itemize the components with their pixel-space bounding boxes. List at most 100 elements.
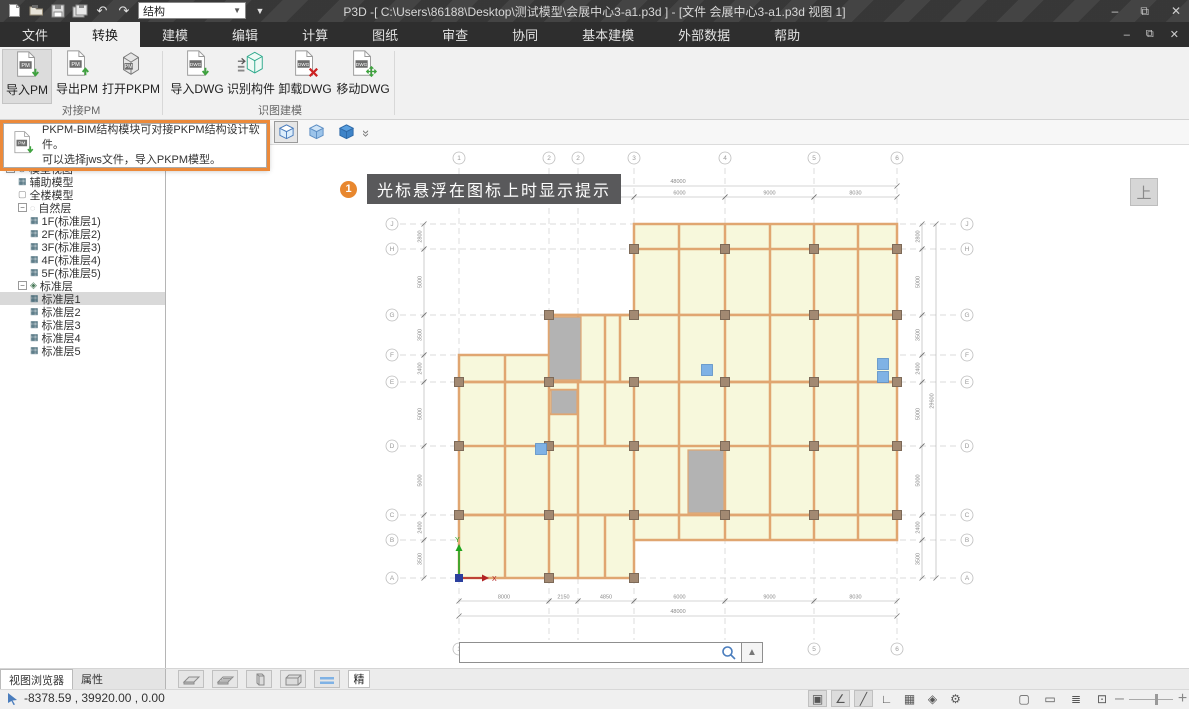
doc-close-button[interactable]: ✕	[1170, 28, 1179, 41]
selection-marker[interactable]	[878, 372, 889, 383]
search-icon[interactable]	[721, 645, 737, 661]
collapse-icon[interactable]: −	[18, 203, 27, 212]
zoom-in-icon[interactable]: +	[1178, 690, 1187, 708]
menu-item-计算[interactable]: 计算	[280, 22, 350, 47]
tree-item-5F(标准层5)[interactable]: ▦5F(标准层5)	[0, 266, 165, 279]
column[interactable]	[721, 245, 730, 254]
tree-item-全楼模型[interactable]: ▢全楼模型	[0, 188, 165, 201]
menu-item-协同[interactable]: 协同	[490, 22, 560, 47]
drawing-canvas[interactable]: 4800080002150485060009000803080002150485…	[166, 145, 1189, 668]
column[interactable]	[810, 511, 819, 520]
window-icon[interactable]: ▭	[1041, 690, 1059, 707]
restore-button[interactable]: ⧉	[1140, 4, 1149, 19]
menu-item-建模[interactable]: 建模	[140, 22, 210, 47]
slab[interactable]	[459, 515, 634, 578]
slab[interactable]	[549, 315, 897, 382]
doc-restore-button[interactable]: ⧉	[1146, 28, 1154, 41]
doc-minimize-button[interactable]: –	[1124, 29, 1130, 41]
zoom-out-icon[interactable]: –	[1115, 690, 1124, 708]
ortho-icon[interactable]: ╱	[854, 690, 873, 707]
menu-item-帮助[interactable]: 帮助	[752, 22, 822, 47]
ribbon-button-移动DWG[interactable]: DWG移动DWG	[334, 49, 392, 104]
menu-item-基本建模[interactable]: 基本建模	[560, 22, 656, 47]
menu-item-图纸[interactable]: 图纸	[350, 22, 420, 47]
otrack-icon[interactable]: ◈	[923, 690, 942, 707]
column[interactable]	[545, 378, 554, 387]
collapse-icon[interactable]: −	[18, 281, 27, 290]
column[interactable]	[455, 511, 464, 520]
column[interactable]	[893, 311, 902, 320]
command-input[interactable]	[459, 642, 742, 663]
dim-view-button[interactable]	[314, 670, 340, 688]
selection-marker[interactable]	[702, 365, 713, 376]
column[interactable]	[455, 378, 464, 387]
column-view-button[interactable]	[246, 670, 272, 688]
zoom-slider[interactable]: – +	[1115, 690, 1187, 708]
selection-marker[interactable]	[536, 444, 547, 455]
tree-item-辅助模型[interactable]: ▦辅助模型	[0, 175, 165, 188]
precise-snap-button[interactable]: 精	[348, 670, 370, 688]
opening[interactable]	[688, 450, 724, 513]
beam-view-button[interactable]	[212, 670, 238, 688]
column[interactable]	[721, 378, 730, 387]
column[interactable]	[455, 442, 464, 451]
tree-item-标准层4[interactable]: ▦标准层4	[0, 331, 165, 344]
column[interactable]	[893, 378, 902, 387]
ribbon-button-卸载DWG[interactable]: DWG卸载DWG	[276, 49, 334, 104]
menu-item-编辑[interactable]: 编辑	[210, 22, 280, 47]
tree-item-标准层3[interactable]: ▦标准层3	[0, 318, 165, 331]
tree-item-标准层[interactable]: −◈标准层	[0, 279, 165, 292]
slab-view-button[interactable]	[178, 670, 204, 688]
column[interactable]	[545, 311, 554, 320]
column[interactable]	[893, 245, 902, 254]
ribbon-button-导入DWG[interactable]: DWG导入DWG	[168, 49, 226, 104]
tab-view-browser[interactable]: 视图浏览器	[0, 669, 73, 689]
settings-gear-icon[interactable]: ⚙	[946, 690, 965, 707]
tree-item-标准层5[interactable]: ▦标准层5	[0, 344, 165, 357]
column[interactable]	[630, 442, 639, 451]
column[interactable]	[721, 442, 730, 451]
fit-view-icon[interactable]: ⊡	[1093, 690, 1111, 707]
column[interactable]	[630, 511, 639, 520]
column[interactable]	[630, 574, 639, 583]
menu-item-审查[interactable]: 审查	[420, 22, 490, 47]
column[interactable]	[810, 245, 819, 254]
menu-item-转换[interactable]: 转换	[70, 22, 140, 47]
close-button[interactable]: ✕	[1171, 4, 1181, 18]
selection-marker[interactable]	[878, 359, 889, 370]
column[interactable]	[545, 511, 554, 520]
column[interactable]	[810, 311, 819, 320]
column[interactable]	[721, 311, 730, 320]
column[interactable]	[721, 511, 730, 520]
ribbon-button-打开PKPM[interactable]: PM打开PKPM	[102, 49, 160, 104]
angle-icon[interactable]: ∟	[877, 690, 896, 707]
command-expand-button[interactable]: ▲	[742, 642, 763, 663]
view-orientation-button[interactable]: 上	[1130, 178, 1158, 206]
ribbon-button-导出PM[interactable]: PM导出PM	[52, 49, 102, 104]
osnap-icon[interactable]: ▣	[808, 690, 827, 707]
layers-icon[interactable]: ≣	[1067, 690, 1085, 707]
menu-item-文件[interactable]: 文件	[0, 22, 70, 47]
column[interactable]	[893, 511, 902, 520]
column[interactable]	[893, 442, 902, 451]
new-view-icon[interactable]: ▢	[1015, 690, 1033, 707]
column[interactable]	[630, 378, 639, 387]
column[interactable]	[630, 245, 639, 254]
opening[interactable]	[551, 390, 577, 414]
grid-icon[interactable]: ▦	[900, 690, 919, 707]
column[interactable]	[630, 311, 639, 320]
tree-item-标准层1[interactable]: ▦标准层1	[0, 292, 165, 305]
minimize-button[interactable]: –	[1112, 4, 1119, 18]
tree-item-标准层2[interactable]: ▦标准层2	[0, 305, 165, 318]
shaded-cube-button[interactable]	[304, 121, 328, 143]
polar-track-icon[interactable]: ∠	[831, 690, 850, 707]
column[interactable]	[810, 378, 819, 387]
solid-cube-button[interactable]	[334, 121, 358, 143]
column[interactable]	[545, 574, 554, 583]
chevron-double-icon[interactable]: »	[359, 129, 374, 134]
ribbon-button-识别构件[interactable]: 识别构件	[226, 49, 276, 104]
tab-properties[interactable]: 属性	[73, 669, 111, 689]
column[interactable]	[810, 442, 819, 451]
wireframe-cube-button[interactable]	[274, 121, 298, 143]
zoom-handle[interactable]	[1155, 694, 1158, 705]
